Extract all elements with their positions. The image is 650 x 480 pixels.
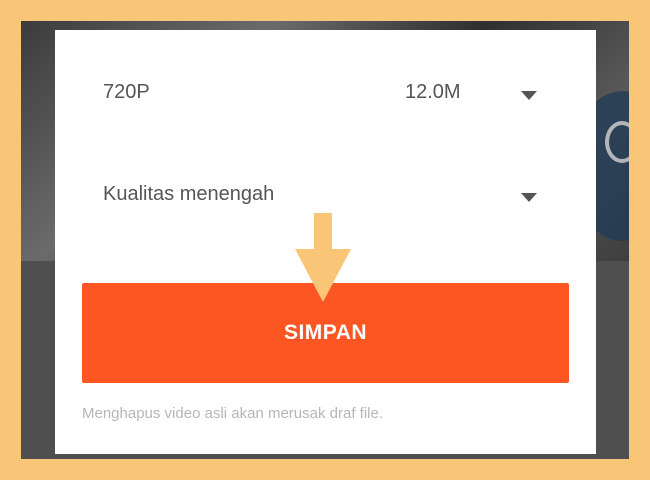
caret-down-icon[interactable] — [521, 91, 537, 100]
down-arrow-icon — [295, 213, 351, 302]
resolution-selector[interactable]: 720P 12.0M — [55, 73, 596, 113]
draft-warning-note: Menghapus video asli akan merusak draf f… — [82, 405, 383, 422]
quality-selector[interactable]: Kualitas menengah — [55, 175, 596, 215]
file-size-value: 12.0M — [405, 81, 461, 103]
resolution-value: 720P — [103, 81, 150, 103]
quality-value: Kualitas menengah — [103, 183, 275, 205]
caret-down-icon[interactable] — [521, 193, 537, 202]
